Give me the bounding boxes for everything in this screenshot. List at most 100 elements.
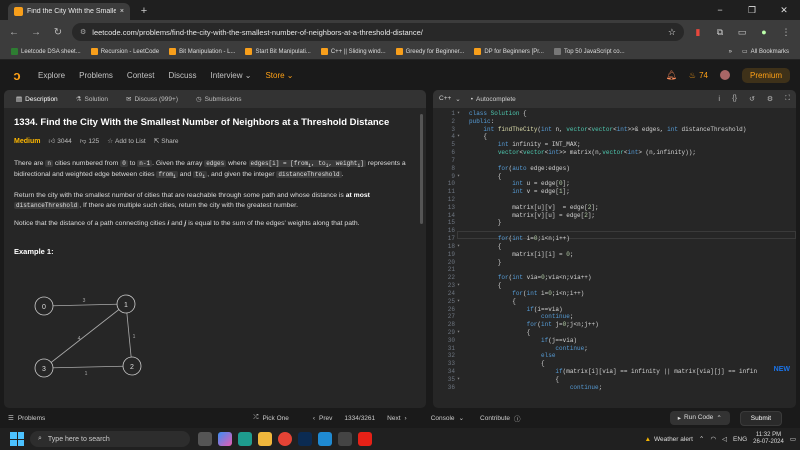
bookmark-favicon-icon	[320, 48, 328, 55]
notification-bell-icon[interactable]: 🔔︎	[665, 70, 676, 81]
line-number: 31	[447, 344, 455, 352]
fold-chevron-icon[interactable]: ▾	[457, 282, 460, 290]
like-button[interactable]: 👍︎ 3044	[48, 137, 71, 146]
more-bookmarks-icon[interactable]: »	[724, 49, 737, 55]
bookmark-item[interactable]: Top 50 JavaScript co...	[549, 48, 630, 55]
dislike-button[interactable]: 👎︎ 125	[80, 137, 99, 146]
fold-chevron-icon[interactable]: ▾	[457, 133, 460, 141]
url-bar[interactable]: ⚙ leetcode.com/problems/find-the-city-wi…	[72, 23, 684, 41]
chrome-icon[interactable]	[278, 432, 292, 446]
graph-edge	[43, 303, 127, 369]
maximize-button[interactable]: ❐	[736, 0, 768, 20]
fold-chevron-icon[interactable]: ▾	[457, 329, 460, 337]
info-icon[interactable]: ⅰ	[718, 95, 720, 103]
sidebar-icon[interactable]: ▭	[734, 24, 750, 40]
notification-icon[interactable]: ▭	[790, 435, 796, 443]
new-tab-button[interactable]: +	[136, 3, 152, 19]
close-tab-icon[interactable]: ×	[120, 8, 124, 15]
submit-button[interactable]: Submit	[739, 410, 782, 426]
next-button[interactable]: Next ›	[387, 415, 407, 422]
chrome-menu-icon[interactable]: ⋮	[778, 24, 794, 40]
streak-counter[interactable]: ♨ 74	[689, 71, 708, 80]
user-avatar[interactable]	[719, 70, 730, 80]
reset-icon[interactable]: ↺	[749, 95, 755, 103]
braces-icon[interactable]: {}	[732, 95, 737, 103]
console-button[interactable]: Console ⌄	[431, 414, 464, 423]
contribute-button[interactable]: Contribute ⓘ	[480, 413, 521, 424]
tray-chevron-icon[interactable]: ⌃	[699, 435, 704, 443]
nav-discuss[interactable]: Discuss	[169, 71, 197, 80]
code-line: {	[469, 242, 502, 250]
problem-counter: 1334/3261	[344, 414, 376, 422]
extension-icon[interactable]: ▮	[690, 24, 706, 40]
problems-list-button[interactable]: ☰ Problems	[8, 414, 45, 423]
bookmark-star-icon[interactable]: ☆	[668, 27, 676, 38]
bookmark-item[interactable]: Leetcode DSA sheet...	[6, 48, 86, 55]
vscode-icon[interactable]	[318, 432, 332, 446]
autocomplete-toggle[interactable]: • Autocomplete	[471, 96, 516, 103]
all-bookmarks-button[interactable]: ▭ All Bookmarks	[737, 48, 794, 56]
add-to-list-button[interactable]: ☆ Add to List	[107, 137, 146, 146]
store-icon[interactable]	[338, 432, 352, 446]
prev-button[interactable]: ‹ Prev	[313, 415, 333, 422]
tab-solution[interactable]: ⚗ Solution	[70, 90, 120, 108]
bookmark-favicon-icon	[11, 48, 18, 55]
profile-avatar-icon[interactable]: ●	[756, 24, 772, 40]
windows-start-icon[interactable]	[10, 432, 24, 446]
nav-contest[interactable]: Contest	[127, 71, 155, 80]
volume-icon[interactable]: ◁	[722, 435, 727, 443]
bookmark-item[interactable]: Bit Manipulation - L...	[164, 48, 240, 55]
taskbar-search[interactable]: ⌕ Type here to search	[30, 431, 190, 447]
close-window-button[interactable]: ✕	[768, 0, 800, 20]
fold-chevron-icon[interactable]: ▾	[457, 110, 460, 118]
share-button[interactable]: ⇱ Share	[154, 137, 179, 146]
code-line: int findTheCity(int n, vector<vector<int…	[483, 125, 747, 133]
nav-interview[interactable]: Interview ⌄	[211, 71, 252, 80]
forward-arrow-icon[interactable]: →	[28, 24, 44, 40]
bookmark-item[interactable]: Start Bit Manipulati...	[240, 48, 315, 55]
bookmark-item[interactable]: Greedy for Beginner...	[391, 48, 470, 55]
line-number: 16	[447, 227, 455, 235]
youtube-icon[interactable]	[358, 432, 372, 446]
fullscreen-icon[interactable]: ⛶	[785, 95, 790, 103]
back-arrow-icon[interactable]: ←	[6, 24, 22, 40]
photoshop-icon[interactable]	[298, 432, 312, 446]
reload-icon[interactable]: ↻	[50, 24, 66, 40]
description-scrollbar[interactable]	[420, 114, 423, 224]
new-badge[interactable]: NEW	[774, 366, 790, 374]
fold-chevron-icon[interactable]: ▾	[457, 173, 460, 181]
edge-icon[interactable]	[238, 432, 252, 446]
wifi-icon[interactable]: ◠	[710, 435, 716, 443]
pick-one-button[interactable]: ⤮ Pick One	[253, 414, 289, 422]
premium-button[interactable]: Premium	[741, 67, 790, 83]
copilot-icon[interactable]	[218, 432, 232, 446]
nav-problems[interactable]: Problems	[79, 71, 113, 80]
task-view-icon[interactable]	[198, 432, 212, 446]
bookmark-item[interactable]: Recursion - LeetCode	[86, 48, 164, 55]
bookmark-item[interactable]: DP for Beginners [Pr...	[469, 48, 549, 55]
nav-store[interactable]: Store ⌄	[265, 71, 293, 80]
settings-icon[interactable]: ⚙	[767, 95, 773, 103]
fold-chevron-icon[interactable]: ▾	[457, 298, 460, 306]
file-explorer-icon[interactable]	[258, 432, 272, 446]
language-indicator[interactable]: ENG	[733, 436, 747, 443]
code-editor[interactable]: 1 ▾ 2 3 4 ▾ 5 6 7 8 9 ▾ 10 11 12 13 14 15 16 17 18 ▾ 19 20 21 22 2…	[433, 110, 796, 408]
bookmark-item[interactable]: C++ || Sliding wind...	[316, 48, 391, 55]
fold-chevron-icon[interactable]: ▾	[457, 376, 460, 384]
weather-alert[interactable]: ▲ Weather alert	[645, 436, 693, 443]
language-select[interactable]: C++ ⌄	[439, 95, 461, 103]
tab-discuss[interactable]: ✉ Discuss (999+)	[120, 90, 190, 108]
minimize-button[interactable]: −	[704, 0, 736, 20]
fold-chevron-icon[interactable]: ▾	[457, 243, 460, 251]
tab-submissions[interactable]: ◷ Submissions	[190, 90, 254, 108]
tab-description[interactable]: ▤ Description	[10, 90, 70, 108]
line-number: 28	[447, 321, 455, 329]
extensions-puzzle-icon[interactable]: ⧉	[712, 24, 728, 40]
nav-explore[interactable]: Explore	[38, 71, 65, 80]
leetcode-logo-icon[interactable]: ↄ	[10, 68, 24, 83]
clock[interactable]: 11:32 PM 26-07-2024	[753, 432, 784, 446]
site-info-icon[interactable]: ⚙	[80, 28, 86, 36]
problem-title: 1334. Find the City With the Smallest Nu…	[14, 117, 390, 128]
browser-tab[interactable]: Find the City With the Smallest ×	[8, 3, 130, 20]
run-code-button[interactable]: ▸ Run Code ⌃	[669, 411, 730, 425]
